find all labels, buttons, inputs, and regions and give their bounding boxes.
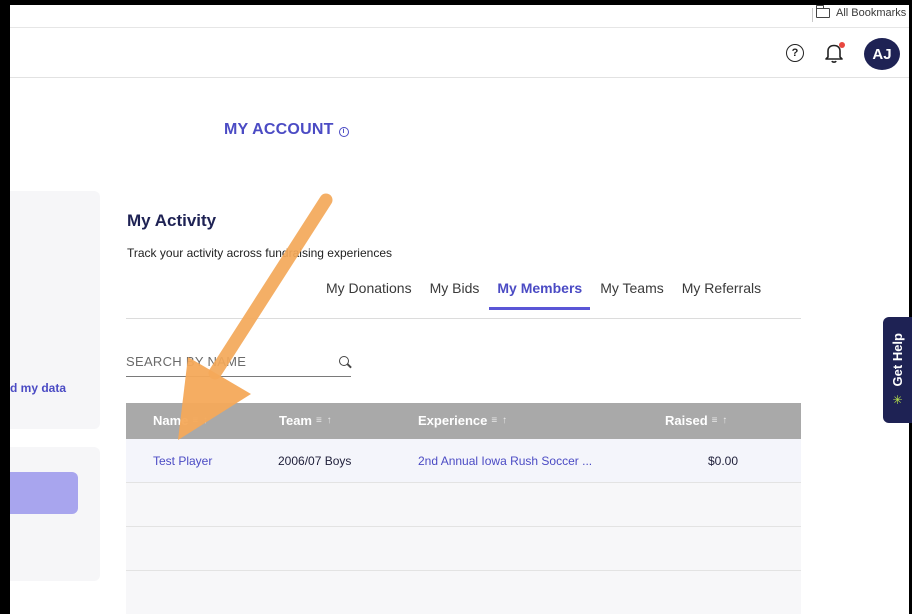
folder-icon — [816, 5, 830, 18]
tabs-divider — [126, 318, 801, 319]
bookmarks-divider — [812, 8, 813, 22]
sort-icon: ≡ ↑ — [192, 415, 210, 426]
members-table: Name ≡ ↑ Team ≡ ↑ Experience ≡ ↑ Raised … — [126, 403, 801, 614]
table-row-empty — [126, 571, 801, 614]
column-header-experience-label: Experience — [418, 413, 488, 428]
get-help-label: Get Help — [890, 333, 905, 387]
member-team: 2006/07 Boys — [278, 454, 352, 468]
member-name-link[interactable]: Test Player — [153, 454, 212, 468]
tab-my-referrals[interactable]: My Referrals — [682, 280, 761, 310]
page-title-text: MY ACCOUNT — [224, 121, 334, 138]
activity-subtitle: Track your activity across fundraising e… — [127, 246, 392, 260]
table-row-empty — [126, 483, 801, 527]
info-icon[interactable]: i — [338, 126, 349, 137]
column-header-team-label: Team — [279, 413, 312, 428]
sort-icon: ≡ ↑ — [491, 415, 508, 426]
search-field — [126, 353, 351, 377]
column-header-raised-label: Raised — [665, 413, 708, 428]
sort-icon: ≡ ↑ — [711, 415, 729, 426]
question-icon[interactable]: ? — [786, 44, 804, 62]
tab-my-teams[interactable]: My Teams — [600, 280, 664, 310]
bell-icon[interactable] — [824, 42, 845, 64]
sort-icon: ≡ ↑ — [316, 415, 333, 426]
get-help-button[interactable]: Get Help ✳ — [883, 317, 912, 423]
download-data-link[interactable]: d my data — [10, 381, 66, 395]
table-header: Name ≡ ↑ Team ≡ ↑ Experience ≡ ↑ Raised … — [126, 403, 801, 439]
member-experience-link[interactable]: 2nd Annual Iowa Rush Soccer ... — [418, 454, 592, 468]
column-header-name-label: Name — [153, 413, 189, 428]
search-icon[interactable] — [339, 356, 349, 366]
notification-dot — [839, 42, 845, 48]
table-row: Test Player 2006/07 Boys 2nd Annual Iowa… — [126, 439, 801, 483]
search-input[interactable] — [126, 354, 326, 369]
column-header-name[interactable]: Name ≡ ↑ — [153, 413, 209, 428]
tab-my-bids[interactable]: My Bids — [430, 280, 480, 310]
bookmarks-bar: All Bookmarks — [10, 5, 909, 28]
all-bookmarks-label: All Bookmarks — [836, 7, 907, 19]
app-header: ? AJ — [10, 28, 909, 78]
activity-tabs: My Donations My Bids My Members My Teams… — [326, 280, 761, 310]
column-header-experience[interactable]: Experience ≡ ↑ — [418, 413, 508, 428]
left-panel-card-2 — [10, 447, 100, 581]
member-raised: $0.00 — [708, 454, 739, 468]
tab-my-donations[interactable]: My Donations — [326, 280, 412, 310]
sparkle-icon: ✳ — [892, 392, 903, 407]
column-header-raised[interactable]: Raised ≡ ↑ — [665, 413, 728, 428]
page-title: MY ACCOUNT i — [224, 121, 349, 139]
tab-my-members[interactable]: My Members — [489, 280, 591, 310]
activity-title: My Activity — [127, 211, 217, 230]
all-bookmarks-button[interactable]: All Bookmarks — [816, 5, 907, 19]
column-header-team[interactable]: Team ≡ ↑ — [279, 413, 333, 428]
left-panel-button[interactable] — [10, 472, 78, 514]
table-row-empty — [126, 527, 801, 571]
avatar[interactable]: AJ — [864, 38, 900, 70]
